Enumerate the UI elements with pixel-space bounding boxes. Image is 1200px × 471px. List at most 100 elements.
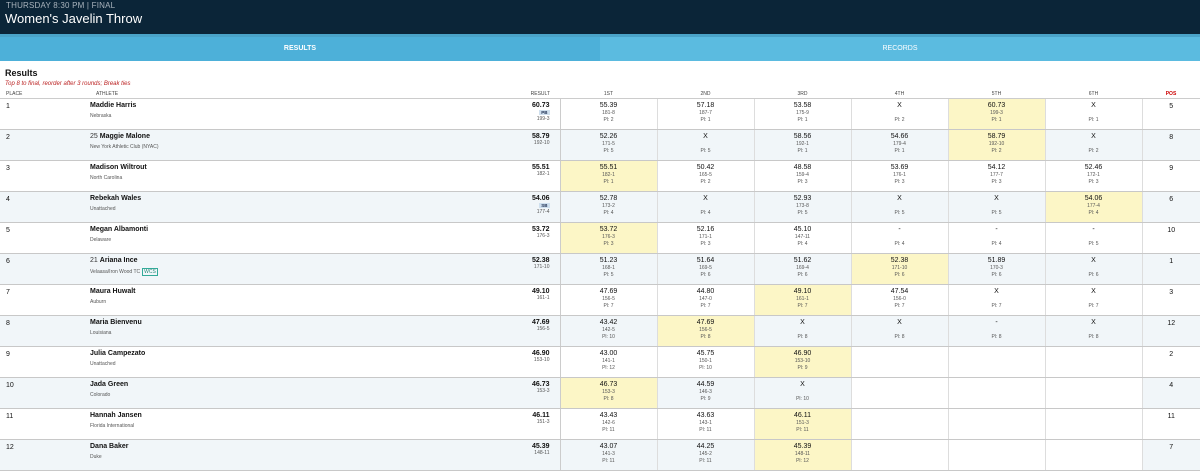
athlete-team: Duke [90, 454, 102, 460]
athlete-team: North Carolina [90, 175, 123, 181]
athlete-name[interactable]: Madison Wiltrout [90, 164, 147, 171]
athlete-name-line: Maura Huwalt [90, 288, 470, 295]
result-imperial: 161-1 [536, 295, 550, 301]
table-row[interactable]: 7 Maura Huwalt Auburn 49.10 161-1 47.69 156-5 P… [0, 284, 1200, 316]
attempt-mark: 44.25 [696, 443, 715, 450]
attempt-place: Pl: 10 [699, 365, 712, 371]
table-row[interactable]: 11 Hannah Jansen Florida International 46.1… [0, 408, 1200, 440]
result-badge-wrap: PB [470, 109, 550, 116]
attempt-mark: X [1091, 257, 1096, 264]
athlete-name[interactable]: Julia Campezato [90, 350, 145, 357]
attempt-cell-empty [947, 439, 1045, 471]
attempt-place: Pl: 1 [700, 117, 711, 123]
attempt-place: Pl: 3 [603, 241, 614, 247]
attempt-cell: 57.18 187-7 Pl: 1 [656, 98, 754, 130]
attempt-mark: 51.64 [696, 257, 715, 264]
attempt-mark: X [800, 319, 805, 326]
attempt-place: Pl: 2 [700, 179, 711, 185]
table-row[interactable]: 3 Madison Wiltrout North Carolina 55.51 182-… [0, 160, 1200, 192]
athlete-name[interactable]: Jada Green [90, 381, 128, 388]
pos-cell: 5 [1141, 98, 1200, 130]
attempt-mark: X [1091, 102, 1096, 109]
place-cell: 1 [0, 98, 90, 130]
header-result: RESULT [470, 89, 560, 99]
athlete-name[interactable]: Megan Albamonti [90, 226, 148, 233]
athlete-name[interactable]: Hannah Jansen [90, 412, 142, 419]
attempt-imperial: 168-1 [602, 265, 615, 271]
attempt-imperial [1046, 296, 1142, 302]
table-row[interactable]: 4 Rebekah Wales Unattached 54.06 SB 177-4 52.7… [0, 191, 1200, 223]
attempt-place: Pl: 3 [797, 179, 808, 185]
attempt-mark: - [995, 226, 998, 233]
attempt-place: Pl: 3 [991, 179, 1002, 185]
attempt-mark: X [897, 195, 902, 202]
athlete-cell: Megan Albamonti Delaware [90, 222, 470, 254]
attempt-cell: 60.73 199-3 Pl: 1 [947, 98, 1045, 130]
attempt-imperial: 192-1 [796, 141, 809, 147]
result-mark: 49.10 [531, 288, 550, 295]
attempt-cell-empty [1044, 408, 1142, 440]
athlete-cell: Jada Green Colorado [90, 377, 470, 409]
attempt-imperial [852, 234, 948, 240]
athlete-name-line: Dana Baker [90, 443, 470, 450]
attempt-place: Pl: 5 [603, 272, 614, 278]
header-round-5: 5TH [948, 89, 1045, 99]
result-cell: 53.72 176-3 [470, 222, 561, 254]
athlete-name[interactable]: Maura Huwalt [90, 288, 136, 295]
athlete-cell: Madison Wiltrout North Carolina [90, 160, 470, 192]
attempt-mark: 48.58 [793, 164, 812, 171]
attempt-imperial: 175-9 [796, 110, 809, 116]
table-row[interactable]: 8 Maria Bienvenu Louisiana 47.69 156-5 43.42 1… [0, 315, 1200, 347]
table-row[interactable]: 1 Maddie Harris Nebraska 60.73 PB 199-3 55.39 1… [0, 98, 1200, 130]
result-imperial: 156-5 [536, 326, 550, 332]
attempt-cell: 44.59 146-3 Pl: 9 [656, 377, 754, 409]
record-badge: PB [539, 110, 550, 115]
result-cell: 52.38 171-10 [470, 253, 561, 285]
event-header: THURSDAY 8:30 PM | FINAL Women's Javelin… [0, 0, 1200, 34]
athlete-name-line: Hannah Jansen [90, 412, 470, 419]
attempt-mark: 52.93 [793, 195, 812, 202]
athlete-name[interactable]: Dana Baker [90, 443, 129, 450]
pos-cell: 11 [1141, 408, 1200, 440]
table-row[interactable]: 10 Jada Green Colorado 46.73 153-3 46.73 153-3… [0, 377, 1200, 409]
attempt-mark: 54.66 [890, 133, 909, 140]
attempt-cell: 58.79 192-10 Pl: 2 [947, 129, 1045, 161]
attempt-cell: 52.78 173-2 Pl: 4 [559, 191, 657, 223]
attempt-mark: 47.69 [696, 319, 715, 326]
attempt-cell: 48.58 159-4 Pl: 3 [753, 160, 851, 192]
tab-results[interactable]: RESULTS [0, 37, 600, 61]
athlete-name[interactable]: Maria Bienvenu [90, 319, 142, 326]
athlete-cell: 21 Ariana Ince Velaasa/Iron Wood TC WCS [90, 253, 470, 285]
attempt-place: Pl: 6 [1088, 272, 1099, 278]
table-row[interactable]: 2 25 Maggie Malone New York Athletic Club (… [0, 129, 1200, 161]
athlete-name[interactable]: Rebekah Wales [90, 195, 141, 202]
result-mark: 60.73 [531, 102, 550, 109]
attempt-cell-empty [850, 439, 948, 471]
attempt-mark: 51.62 [793, 257, 812, 264]
attempt-imperial: 170-3 [990, 265, 1003, 271]
athlete-team-line: Colorado [90, 392, 470, 398]
attempt-place: Pl: 11 [602, 427, 615, 433]
attempt-cell: 51.89 170-3 Pl: 6 [947, 253, 1045, 285]
attempt-mark: 47.69 [599, 288, 618, 295]
attempt-imperial: 171-10 [891, 265, 908, 271]
attempt-mark: 46.11 [794, 412, 811, 419]
place-cell: 4 [0, 191, 90, 223]
table-row[interactable]: 6 21 Ariana Ince Velaasa/Iron Wood TC WCS 52.… [0, 253, 1200, 285]
table-row[interactable]: 9 Julia Campezato Unattached 46.90 153-10 43.… [0, 346, 1200, 378]
table-row[interactable]: 5 Megan Albamonti Delaware 53.72 176-3 53.72 1… [0, 222, 1200, 254]
attempt-place: Pl: 6 [797, 272, 808, 278]
attempt-mark: 57.18 [696, 102, 715, 109]
table-row[interactable]: 12 Dana Baker Duke 45.39 148-11 43.07 141-3 Pl:… [0, 439, 1200, 471]
attempt-mark: 52.16 [696, 226, 715, 233]
tab-records[interactable]: RECORDS [600, 37, 1200, 61]
place-cell: 5 [0, 222, 90, 254]
athlete-name[interactable]: Maggie Malone [100, 133, 150, 140]
athlete-name[interactable]: Ariana Ince [100, 257, 138, 264]
athlete-cell: Maria Bienvenu Louisiana [90, 315, 470, 347]
result-badge-wrap: SB [470, 202, 550, 209]
athlete-name[interactable]: Maddie Harris [90, 102, 136, 109]
header-round-4: 4TH [851, 89, 948, 99]
result-imperial: 177-4 [536, 209, 550, 215]
attempt-imperial: 182-1 [602, 172, 615, 178]
